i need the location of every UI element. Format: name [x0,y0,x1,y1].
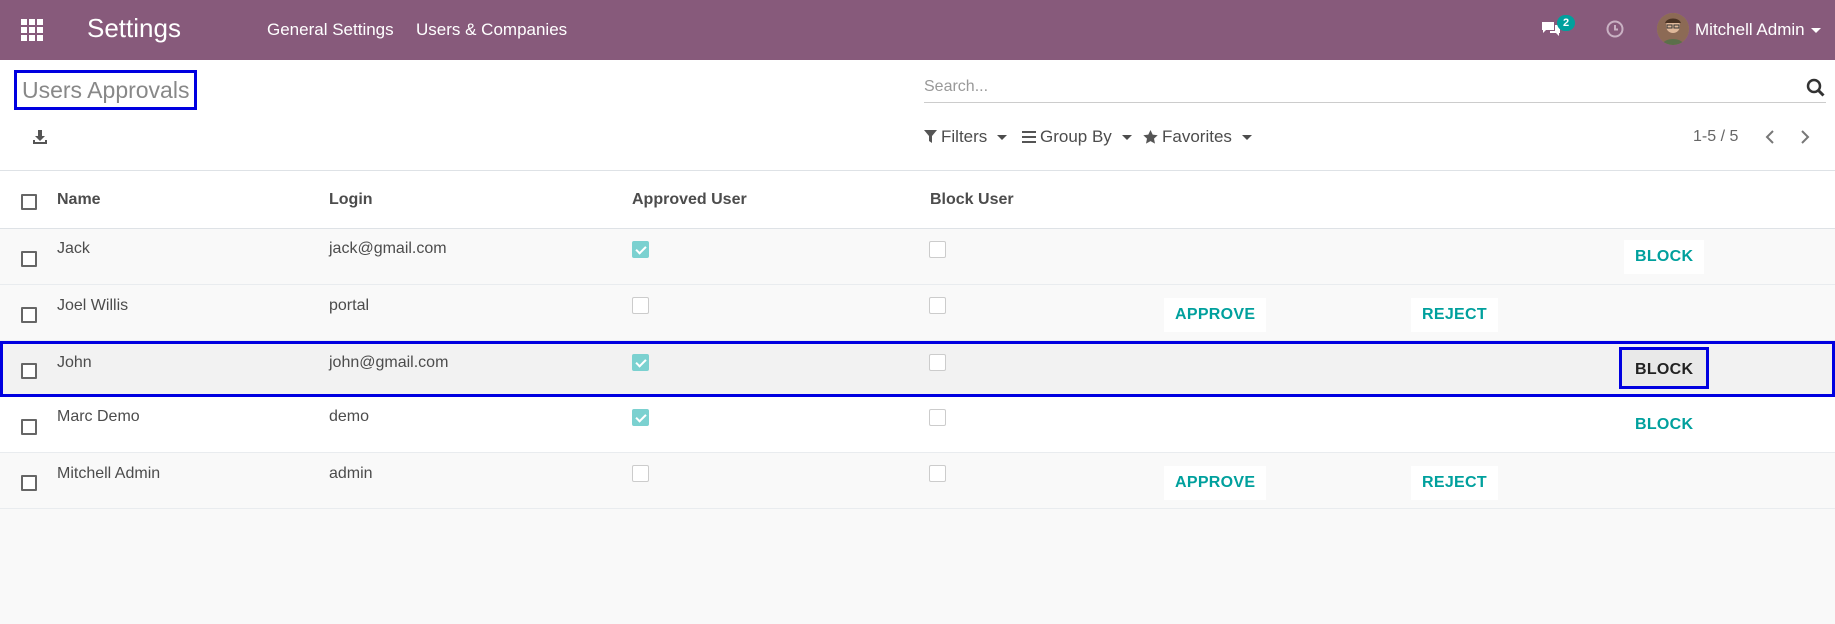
column-header-approved-user[interactable]: Approved User [632,191,747,209]
filter-icon [924,130,937,143]
approved-user-checkbox [632,297,649,314]
table-row[interactable]: Mitchell Admin admin APPROVE REJECT [0,453,1835,509]
approve-button[interactable]: APPROVE [1164,466,1267,500]
chat-count-badge: 2 [1557,15,1576,31]
table-header: Name Login Approved User Block User [0,171,1835,229]
chevron-down-icon [1121,134,1132,140]
star-icon [1143,130,1158,144]
row-select-checkbox[interactable] [21,251,37,267]
user-name-cell: Mitchell Admin [57,465,161,482]
app-title[interactable]: Settings [87,13,181,44]
block-user-checkbox [929,354,946,371]
table-row[interactable]: Joel Willis portal APPROVE REJECT [0,285,1835,341]
download-icon[interactable] [31,128,49,151]
filters-button[interactable]: Filters [924,127,1008,147]
chevron-right-icon[interactable] [1799,130,1811,149]
user-name-cell: Joel Willis [57,297,129,314]
user-name: Mitchell Admin [1695,20,1805,39]
approve-button[interactable]: APPROVE [1164,298,1267,332]
approved-user-checkbox [632,241,649,258]
column-header-name[interactable]: Name [57,191,101,209]
list-icon [1022,131,1036,143]
chevron-left-icon[interactable] [1764,130,1776,149]
user-login-cell: jack@gmail.com [329,240,447,257]
block-button[interactable]: BLOCK [1619,347,1710,389]
approved-user-checkbox [632,465,649,482]
block-button[interactable]: BLOCK [1624,408,1705,442]
user-name-cell: Jack [57,240,90,257]
control-panel: Users Approvals Filters Group By Favorit… [0,60,1835,171]
search-icon[interactable] [1806,78,1826,103]
user-login-cell: demo [329,408,370,425]
pager-value[interactable]: 1-5 / 5 [1693,128,1738,146]
block-user-checkbox [929,241,946,258]
block-user-checkbox [929,297,946,314]
apps-menu-icon[interactable] [21,19,44,42]
user-login-cell: portal [329,297,370,314]
user-login-cell: john@gmail.com [329,354,449,371]
row-select-checkbox[interactable] [21,475,37,491]
user-login-cell: admin [329,465,373,482]
avatar[interactable] [1657,13,1689,45]
column-header-login[interactable]: Login [329,191,373,209]
menu-general-settings[interactable]: General Settings [267,20,394,40]
block-user-checkbox [929,465,946,482]
row-select-checkbox[interactable] [21,363,37,379]
activity-clock-icon[interactable] [1605,19,1625,44]
page-title: Users Approvals [14,70,198,110]
row-select-checkbox[interactable] [21,419,37,435]
favorites-button[interactable]: Favorites [1143,127,1252,147]
users-table: Name Login Approved User Block User Jack… [0,171,1835,509]
chevron-down-icon [997,134,1008,140]
search-input[interactable] [924,74,1784,100]
select-all-checkbox[interactable] [21,194,37,210]
block-button[interactable]: BLOCK [1624,240,1705,274]
table-row[interactable]: Jack jack@gmail.com BLOCK [0,229,1835,285]
reject-button[interactable]: REJECT [1411,298,1498,332]
filters-label: Filters [941,127,988,146]
row-select-checkbox[interactable] [21,307,37,323]
search-box [924,70,1826,103]
reject-button[interactable]: REJECT [1411,466,1498,500]
group-by-button[interactable]: Group By [1022,127,1132,147]
chevron-down-icon [1241,134,1252,140]
table-row[interactable]: John john@gmail.com BLOCK [0,341,1835,397]
user-menu[interactable]: Mitchell Admin [1695,20,1821,40]
user-name-cell: John [57,354,92,371]
favorites-label: Favorites [1162,127,1232,146]
table-row[interactable]: Marc Demo demo BLOCK [0,397,1835,453]
group-by-label: Group By [1040,127,1112,146]
column-header-block-user[interactable]: Block User [930,191,1014,209]
approved-user-checkbox [632,409,649,426]
user-name-cell: Marc Demo [57,408,140,425]
chevron-down-icon [1810,28,1821,34]
approved-user-checkbox [632,354,649,371]
menu-users-companies[interactable]: Users & Companies [416,20,567,40]
top-navbar: Settings General Settings Users & Compan… [0,0,1835,60]
block-user-checkbox [929,409,946,426]
